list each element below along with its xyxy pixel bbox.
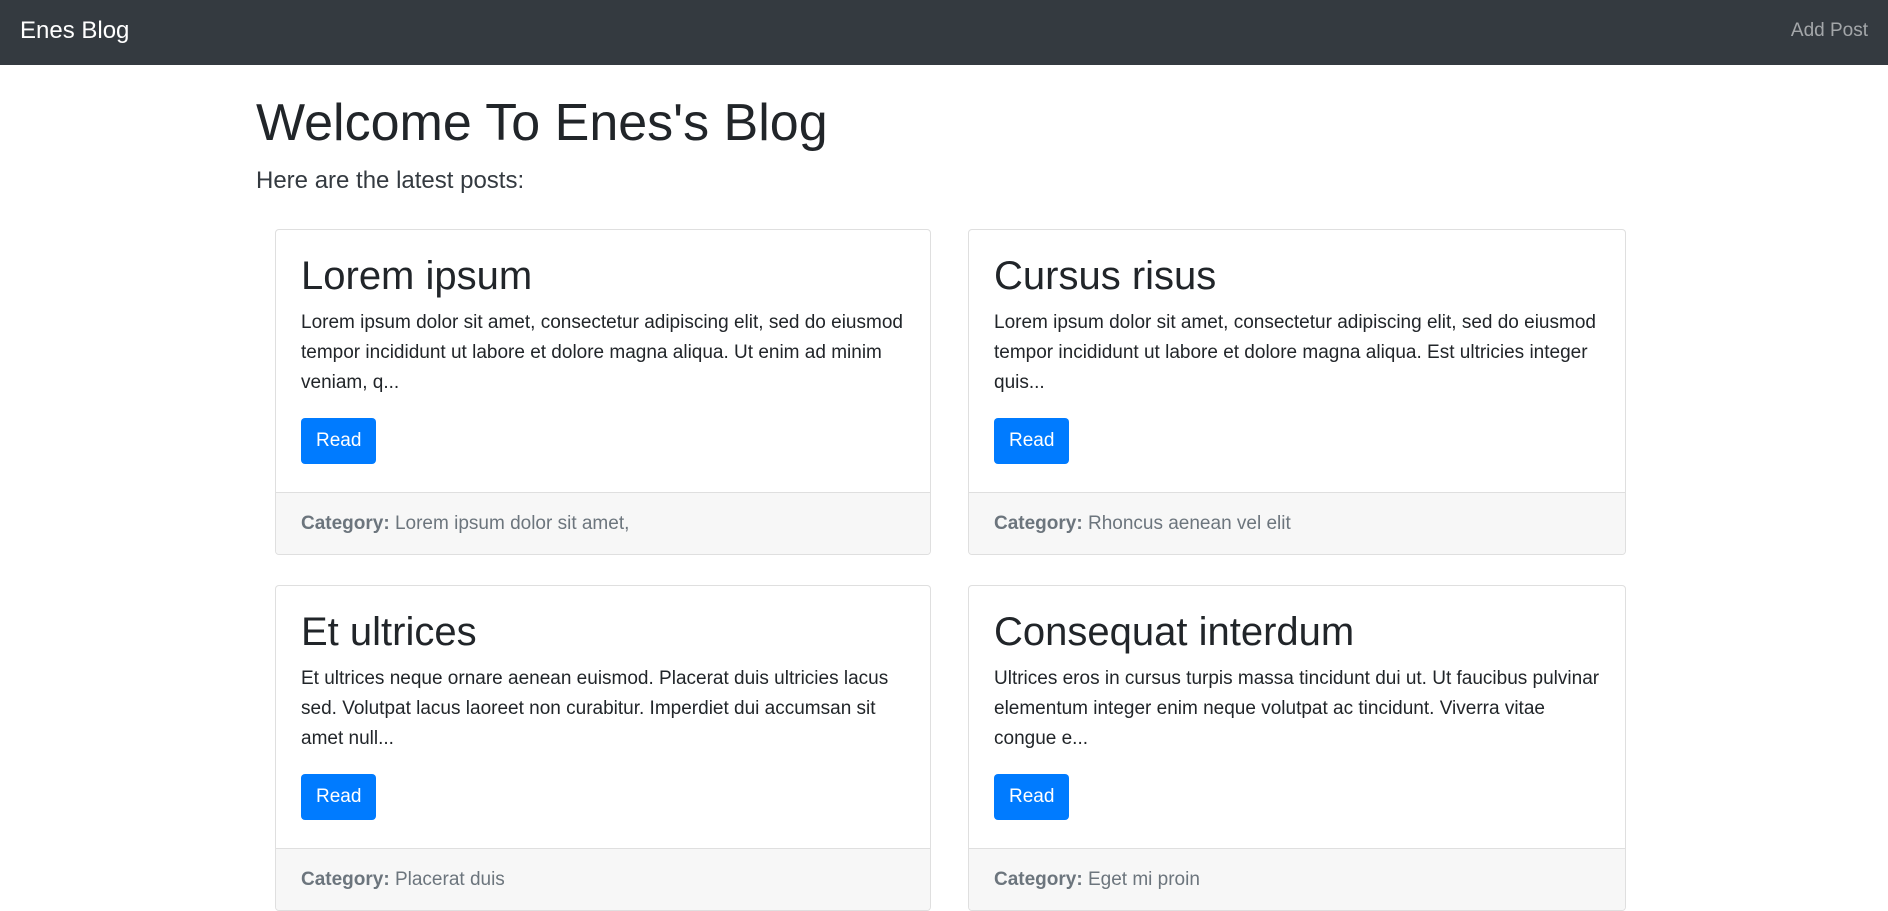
read-button[interactable]: Read [301, 774, 377, 820]
post-card-body: Lorem ipsum Lorem ipsum dolor sit amet, … [276, 230, 930, 493]
category-value: Lorem ipsum dolor sit amet, [394, 513, 630, 534]
post-card-body: Et ultrices Et ultrices neque ornare aen… [276, 586, 930, 849]
category-value: Eget mi proin [1087, 869, 1200, 890]
posts-grid: Lorem ipsum Lorem ipsum dolor sit amet, … [275, 229, 1626, 911]
post-category-footer: Category: Rhoncus aenean vel elit [969, 493, 1625, 554]
post-title: Cursus risus [994, 254, 1217, 298]
read-button[interactable]: Read [994, 774, 1070, 820]
page-title: Welcome To Enes's Blog [256, 94, 828, 152]
post-excerpt: Lorem ipsum dolor sit amet, consectetur … [301, 312, 903, 393]
post-excerpt: Lorem ipsum dolor sit amet, consectetur … [994, 312, 1596, 393]
page-subtitle: Here are the latest posts: [256, 167, 525, 194]
category-value: Rhoncus aenean vel elit [1087, 513, 1291, 534]
post-title: Consequat interdum [994, 610, 1355, 654]
post-excerpt: Et ultrices neque ornare aenean euismod.… [301, 668, 889, 749]
post-card: Consequat interdum Ultrices eros in curs… [968, 585, 1626, 911]
post-category-footer: Category: Eget mi proin [969, 849, 1625, 910]
top-navbar: Enes Blog Add Post [0, 0, 1888, 65]
post-card: Cursus risus Lorem ipsum dolor sit amet,… [968, 229, 1626, 555]
post-card: Et ultrices Et ultrices neque ornare aen… [275, 585, 931, 911]
category-label: Category: [301, 869, 390, 890]
post-category-footer: Category: Lorem ipsum dolor sit amet, [276, 493, 930, 554]
read-button[interactable]: Read [301, 418, 377, 464]
category-value: Placerat duis [394, 869, 505, 890]
category-label: Category: [994, 869, 1083, 890]
brand-link[interactable]: Enes Blog [20, 0, 129, 62]
add-post-link[interactable]: Add Post [1791, 0, 1868, 62]
read-button[interactable]: Read [994, 418, 1070, 464]
post-title: Lorem ipsum [301, 254, 533, 298]
category-label: Category: [301, 513, 390, 534]
post-excerpt: Ultrices eros in cursus turpis massa tin… [994, 668, 1600, 749]
post-card-body: Cursus risus Lorem ipsum dolor sit amet,… [969, 230, 1625, 493]
category-label: Category: [994, 513, 1083, 534]
post-card: Lorem ipsum Lorem ipsum dolor sit amet, … [275, 229, 931, 555]
post-category-footer: Category: Placerat duis [276, 849, 930, 910]
post-card-body: Consequat interdum Ultrices eros in curs… [969, 586, 1625, 849]
post-title: Et ultrices [301, 610, 477, 654]
